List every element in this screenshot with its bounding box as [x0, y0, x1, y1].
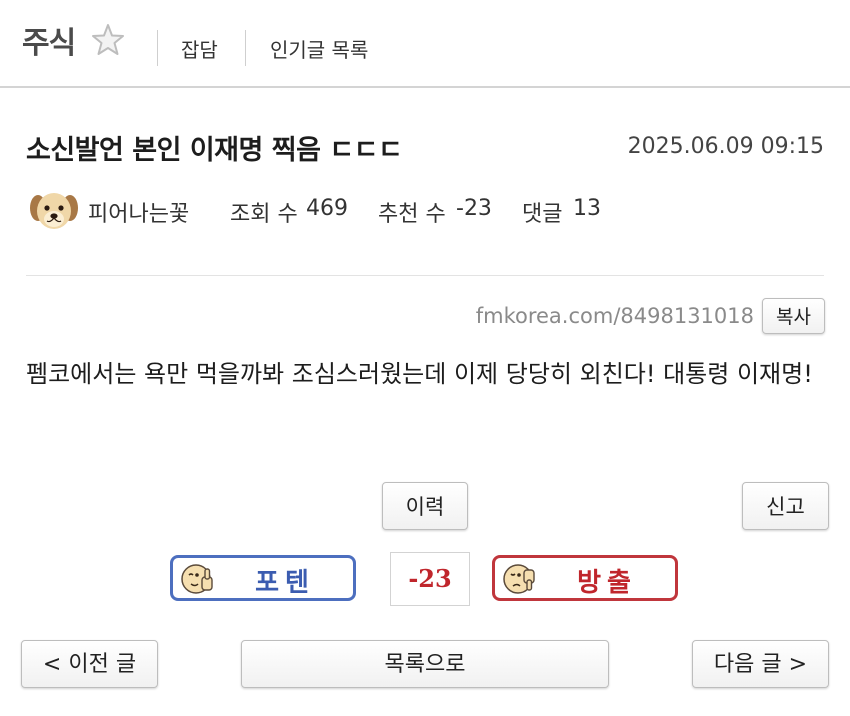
board-title[interactable]: 주식: [22, 18, 76, 62]
copy-url-button[interactable]: 복사: [762, 298, 825, 334]
report-button[interactable]: 신고: [742, 482, 829, 530]
votes-count: -23: [456, 196, 492, 221]
thumbs-down-face-icon: [503, 564, 535, 594]
previous-post-button[interactable]: < 이전 글: [21, 640, 158, 688]
author-name[interactable]: 피어나는꽃: [88, 196, 189, 228]
divider: [157, 30, 158, 66]
next-post-button[interactable]: 다음 글 >: [692, 640, 829, 688]
star-icon[interactable]: [90, 22, 126, 58]
top-bar: 주식 잡담 인기글 목록: [0, 0, 850, 88]
votes-label: 추천 수: [378, 202, 446, 227]
comments-label: 댓글: [522, 202, 563, 227]
views-label: 조회 수: [230, 202, 298, 227]
views-count: 469: [306, 196, 348, 221]
divider: [245, 30, 246, 66]
downvote-label: 방출: [577, 568, 637, 598]
upvote-label: 포텐: [255, 568, 315, 598]
history-button[interactable]: 이력: [382, 482, 468, 530]
thumbs-up-face-icon: [181, 564, 213, 594]
post-url: fmkorea.com/8498131018: [475, 304, 754, 328]
post-title: 소신발언 본인 이재명 찍음 ㄷㄷㄷ: [26, 135, 403, 166]
puppy-avatar-icon[interactable]: [28, 186, 80, 234]
nav-chat-link[interactable]: 잡담: [181, 34, 218, 63]
upvote-button[interactable]: 포텐: [170, 555, 356, 601]
vote-score: -23: [390, 552, 470, 606]
post-body: 펨코에서는 욕만 먹을까봐 조심스러웠는데 이제 당당히 외친다! 대통령 이재…: [26, 360, 813, 388]
back-to-list-button[interactable]: 목록으로: [241, 640, 609, 688]
post-date: 2025.06.09 09:15: [627, 134, 824, 159]
downvote-button[interactable]: 방출: [492, 555, 678, 601]
nav-popular-link[interactable]: 인기글 목록: [270, 34, 368, 63]
content-divider: [26, 275, 824, 276]
comments-count: 13: [573, 196, 601, 221]
